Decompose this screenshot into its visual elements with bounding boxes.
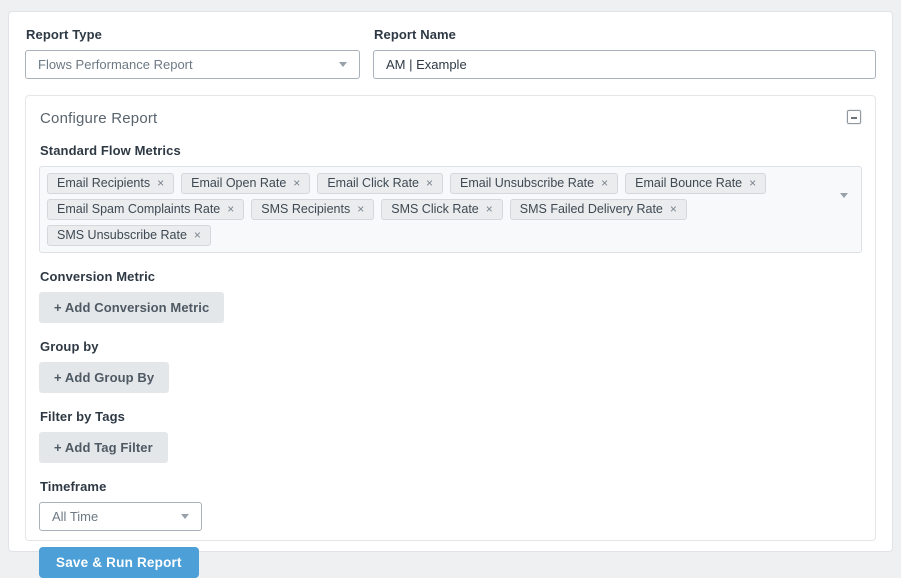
- timeframe-label: Timeframe: [40, 479, 862, 494]
- conversion-metric-label: Conversion Metric: [40, 269, 862, 284]
- metric-tag-label: Email Unsubscribe Rate: [460, 176, 594, 190]
- minus-square-icon: [847, 110, 861, 124]
- standard-flow-metrics-label: Standard Flow Metrics: [40, 143, 862, 158]
- timeframe-value: All Time: [52, 509, 98, 524]
- metric-tag[interactable]: SMS Click Rate ×: [381, 199, 503, 220]
- remove-tag-icon[interactable]: ×: [749, 177, 756, 189]
- chevron-down-icon: [181, 514, 189, 519]
- metric-tag-label: Email Click Rate: [327, 176, 419, 190]
- metric-tag[interactable]: SMS Failed Delivery Rate ×: [510, 199, 687, 220]
- timeframe-select[interactable]: All Time: [39, 502, 202, 531]
- metric-tag-label: SMS Failed Delivery Rate: [520, 202, 663, 216]
- standard-flow-metrics-section: Standard Flow Metrics Email Recipients ×…: [39, 143, 862, 253]
- filter-by-tags-section: Filter by Tags + Add Tag Filter: [39, 409, 862, 463]
- remove-tag-icon[interactable]: ×: [486, 203, 493, 215]
- timeframe-section: Timeframe All Time: [39, 479, 862, 531]
- metric-tag-label: SMS Recipients: [261, 202, 350, 216]
- metric-tag-label: Email Bounce Rate: [635, 176, 742, 190]
- metric-tag[interactable]: SMS Recipients ×: [251, 199, 374, 220]
- panel-title: Configure Report: [40, 110, 157, 127]
- collapse-panel-button[interactable]: [847, 110, 861, 124]
- remove-tag-icon[interactable]: ×: [426, 177, 433, 189]
- group-by-section: Group by + Add Group By: [39, 339, 862, 393]
- metric-tag[interactable]: Email Open Rate ×: [181, 173, 310, 194]
- remove-tag-icon[interactable]: ×: [227, 203, 234, 215]
- remove-tag-icon[interactable]: ×: [194, 229, 201, 241]
- metric-tag-label: Email Spam Complaints Rate: [57, 202, 220, 216]
- filter-by-tags-label: Filter by Tags: [40, 409, 862, 424]
- add-group-by-button[interactable]: + Add Group By: [39, 362, 169, 393]
- add-conversion-metric-button[interactable]: + Add Conversion Metric: [39, 292, 224, 323]
- metric-tag-label: SMS Unsubscribe Rate: [57, 228, 187, 242]
- panel-header: Configure Report: [39, 108, 862, 127]
- chevron-down-icon[interactable]: [840, 193, 848, 198]
- metric-tag-label: SMS Click Rate: [391, 202, 479, 216]
- metric-tag-label: Email Open Rate: [191, 176, 286, 190]
- report-name-field: Report Name: [373, 24, 876, 79]
- group-by-label: Group by: [40, 339, 862, 354]
- remove-tag-icon[interactable]: ×: [601, 177, 608, 189]
- chevron-down-icon: [339, 62, 347, 67]
- report-type-value: Flows Performance Report: [38, 57, 193, 72]
- metric-tag[interactable]: Email Recipients ×: [47, 173, 174, 194]
- flow-metrics-multiselect[interactable]: Email Recipients × Email Open Rate × Ema…: [39, 166, 862, 253]
- metric-tag[interactable]: SMS Unsubscribe Rate ×: [47, 225, 211, 246]
- remove-tag-icon[interactable]: ×: [293, 177, 300, 189]
- remove-tag-icon[interactable]: ×: [357, 203, 364, 215]
- configure-report-panel: Configure Report Standard Flow Metrics E…: [25, 95, 876, 541]
- metric-tag[interactable]: Email Bounce Rate ×: [625, 173, 766, 194]
- metric-tag-label: Email Recipients: [57, 176, 150, 190]
- report-builder-card: Report Type Flows Performance Report Rep…: [8, 11, 893, 552]
- metric-tag[interactable]: Email Unsubscribe Rate ×: [450, 173, 618, 194]
- report-name-label: Report Name: [374, 27, 876, 42]
- add-tag-filter-button[interactable]: + Add Tag Filter: [39, 432, 168, 463]
- metric-tag[interactable]: Email Spam Complaints Rate ×: [47, 199, 244, 220]
- report-type-field: Report Type Flows Performance Report: [25, 24, 360, 79]
- report-type-label: Report Type: [26, 27, 360, 42]
- metric-tag[interactable]: Email Click Rate ×: [317, 173, 443, 194]
- report-type-select[interactable]: Flows Performance Report: [25, 50, 360, 79]
- report-name-input[interactable]: [373, 50, 876, 79]
- remove-tag-icon[interactable]: ×: [670, 203, 677, 215]
- remove-tag-icon[interactable]: ×: [157, 177, 164, 189]
- report-meta-row: Report Type Flows Performance Report Rep…: [25, 24, 876, 79]
- conversion-metric-section: Conversion Metric + Add Conversion Metri…: [39, 269, 862, 323]
